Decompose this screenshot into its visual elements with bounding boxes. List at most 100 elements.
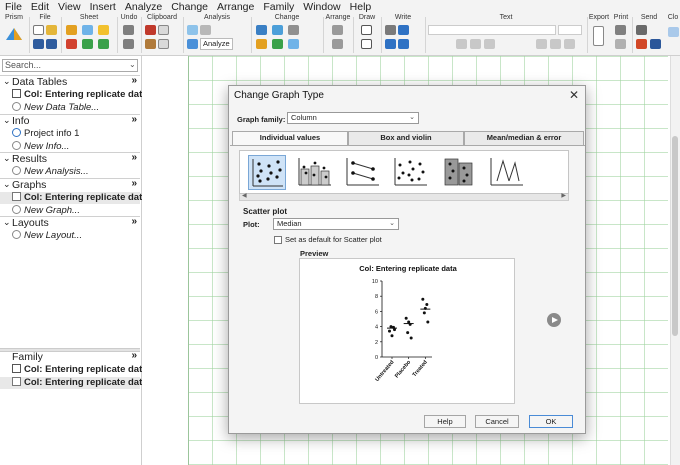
gallery-scrollbar[interactable]: ◀ ▶ [239, 192, 569, 201]
font-size-select[interactable] [558, 25, 582, 35]
new-sheet-icon[interactable] [66, 25, 77, 35]
data-table-item[interactable]: Col: Entering replicate data [12, 89, 148, 101]
tab-box-and-violin[interactable]: Box and violin [348, 131, 464, 145]
save-all-icon[interactable] [46, 39, 57, 49]
undo-icon[interactable] [123, 25, 134, 35]
graph-family-select[interactable]: Column ⌄ [287, 112, 419, 124]
thumb-dot-grid[interactable] [440, 155, 478, 190]
menu-edit[interactable]: Edit [26, 0, 53, 14]
menu-insert[interactable]: Insert [85, 0, 120, 14]
menu-help[interactable]: Help [345, 0, 376, 14]
prism-logo-icon[interactable] [5, 27, 23, 41]
align-right-icon[interactable] [564, 39, 575, 49]
scrollbar-thumb[interactable] [672, 136, 678, 336]
interpret-icon[interactable] [200, 25, 211, 35]
analyze-button[interactable]: Analyze [200, 38, 233, 50]
menu-file[interactable]: File [0, 0, 26, 14]
paste-icon[interactable] [145, 39, 156, 49]
print-icon[interactable] [615, 25, 626, 35]
cut-icon[interactable] [145, 25, 156, 35]
redo-icon[interactable] [123, 39, 134, 49]
plot-select[interactable]: Median ⌄ [273, 218, 399, 230]
rectangle-icon[interactable] [361, 39, 372, 49]
close-icon[interactable]: ✕ [569, 88, 579, 102]
family-table-item[interactable]: Col: Entering replicate data [12, 364, 148, 376]
font-select[interactable] [428, 25, 556, 35]
help-button[interactable]: Help [424, 415, 466, 428]
format-graph-icon[interactable] [256, 39, 267, 49]
project-info-item[interactable]: Project info 1 [12, 128, 79, 140]
section-data-tables[interactable]: ⌄ Data Tables » [0, 75, 140, 89]
collapse-icon[interactable]: » [131, 114, 137, 125]
scroll-left-icon[interactable]: ◀ [242, 192, 247, 199]
powerpoint-icon[interactable] [636, 39, 647, 49]
thumb-scatter-bar[interactable] [296, 155, 334, 190]
collapse-icon[interactable]: » [131, 350, 137, 361]
underline-icon[interactable] [484, 39, 495, 49]
menu-view[interactable]: View [53, 0, 85, 14]
align-icon[interactable] [332, 25, 343, 35]
export-icon[interactable] [593, 26, 604, 46]
collapse-icon[interactable]: » [131, 178, 137, 189]
menu-arrange[interactable]: Arrange [212, 0, 258, 14]
print-preview-icon[interactable] [615, 39, 626, 49]
thumb-scatter-plot[interactable] [248, 155, 286, 190]
menu-change[interactable]: Change [166, 0, 212, 14]
search-dropdown-icon[interactable]: ⌄ [129, 60, 136, 69]
thumb-before-after[interactable] [344, 155, 382, 190]
text-box-icon[interactable] [398, 25, 409, 35]
thumb-estimation-plot[interactable] [488, 155, 526, 190]
section-results[interactable]: ⌄ Results » [0, 152, 140, 166]
bold-icon[interactable] [456, 39, 467, 49]
play-icon[interactable] [547, 313, 561, 327]
text-format-icon[interactable] [398, 39, 409, 49]
family-graph-item[interactable]: Col: Entering replicate data [0, 377, 148, 389]
new-analysis-link[interactable]: New Analysis... [12, 166, 89, 178]
cancel-button[interactable]: Cancel [475, 415, 519, 428]
section-graphs[interactable]: ⌄ Graphs » [0, 178, 140, 192]
section-layouts[interactable]: ⌄ Layouts » [0, 216, 140, 230]
collapse-icon[interactable]: » [131, 216, 137, 227]
color-scheme-icon[interactable] [272, 39, 283, 49]
tab-individual-values[interactable]: Individual values [232, 131, 348, 146]
collapse-icon[interactable]: » [131, 75, 137, 86]
paste-special-icon[interactable] [158, 39, 169, 49]
italic-icon[interactable] [470, 39, 481, 49]
bring-front-icon[interactable] [332, 39, 343, 49]
menu-window[interactable]: Window [298, 0, 344, 14]
new-file-icon[interactable] [33, 25, 44, 35]
copy-icon[interactable] [158, 25, 169, 35]
section-info[interactable]: ⌄ Info » [0, 114, 140, 128]
add-sheet-icon[interactable] [82, 39, 93, 49]
graph-item[interactable]: Col: Entering replicate data [0, 192, 148, 204]
thumb-scatter-mean-sd[interactable] [392, 155, 430, 190]
analysis-icon[interactable] [187, 25, 198, 35]
search-input[interactable]: Search... [2, 59, 138, 72]
collapse-icon[interactable]: » [131, 152, 137, 163]
delete-sheet-icon[interactable] [66, 39, 77, 49]
format-axes-icon[interactable] [272, 25, 283, 35]
fill-icon[interactable] [288, 39, 299, 49]
graph-type-icon[interactable] [256, 25, 267, 35]
line-icon[interactable] [361, 25, 372, 35]
ok-button[interactable]: OK [529, 415, 573, 428]
word-icon[interactable] [650, 39, 661, 49]
email-icon[interactable] [636, 25, 647, 35]
save-icon[interactable] [33, 39, 44, 49]
text-icon[interactable] [385, 39, 396, 49]
insert-sheet-icon[interactable] [98, 39, 109, 49]
magic-icon[interactable] [98, 25, 109, 35]
new-analysis-icon[interactable] [82, 25, 93, 35]
align-left-icon[interactable] [536, 39, 547, 49]
vertical-scrollbar[interactable] [670, 56, 680, 465]
align-center-icon[interactable] [550, 39, 561, 49]
new-layout-link[interactable]: New Layout... [12, 230, 82, 242]
swap-icon[interactable] [288, 25, 299, 35]
scroll-right-icon[interactable]: ▶ [561, 192, 566, 199]
menu-analyze[interactable]: Analyze [120, 0, 166, 14]
new-data-table-link[interactable]: New Data Table... [12, 102, 99, 114]
cloud-icon[interactable] [668, 27, 679, 37]
menu-family[interactable]: Family [258, 0, 298, 14]
set-default-checkbox[interactable] [274, 236, 282, 244]
tab-mean-median-error[interactable]: Mean/median & error [464, 131, 584, 145]
